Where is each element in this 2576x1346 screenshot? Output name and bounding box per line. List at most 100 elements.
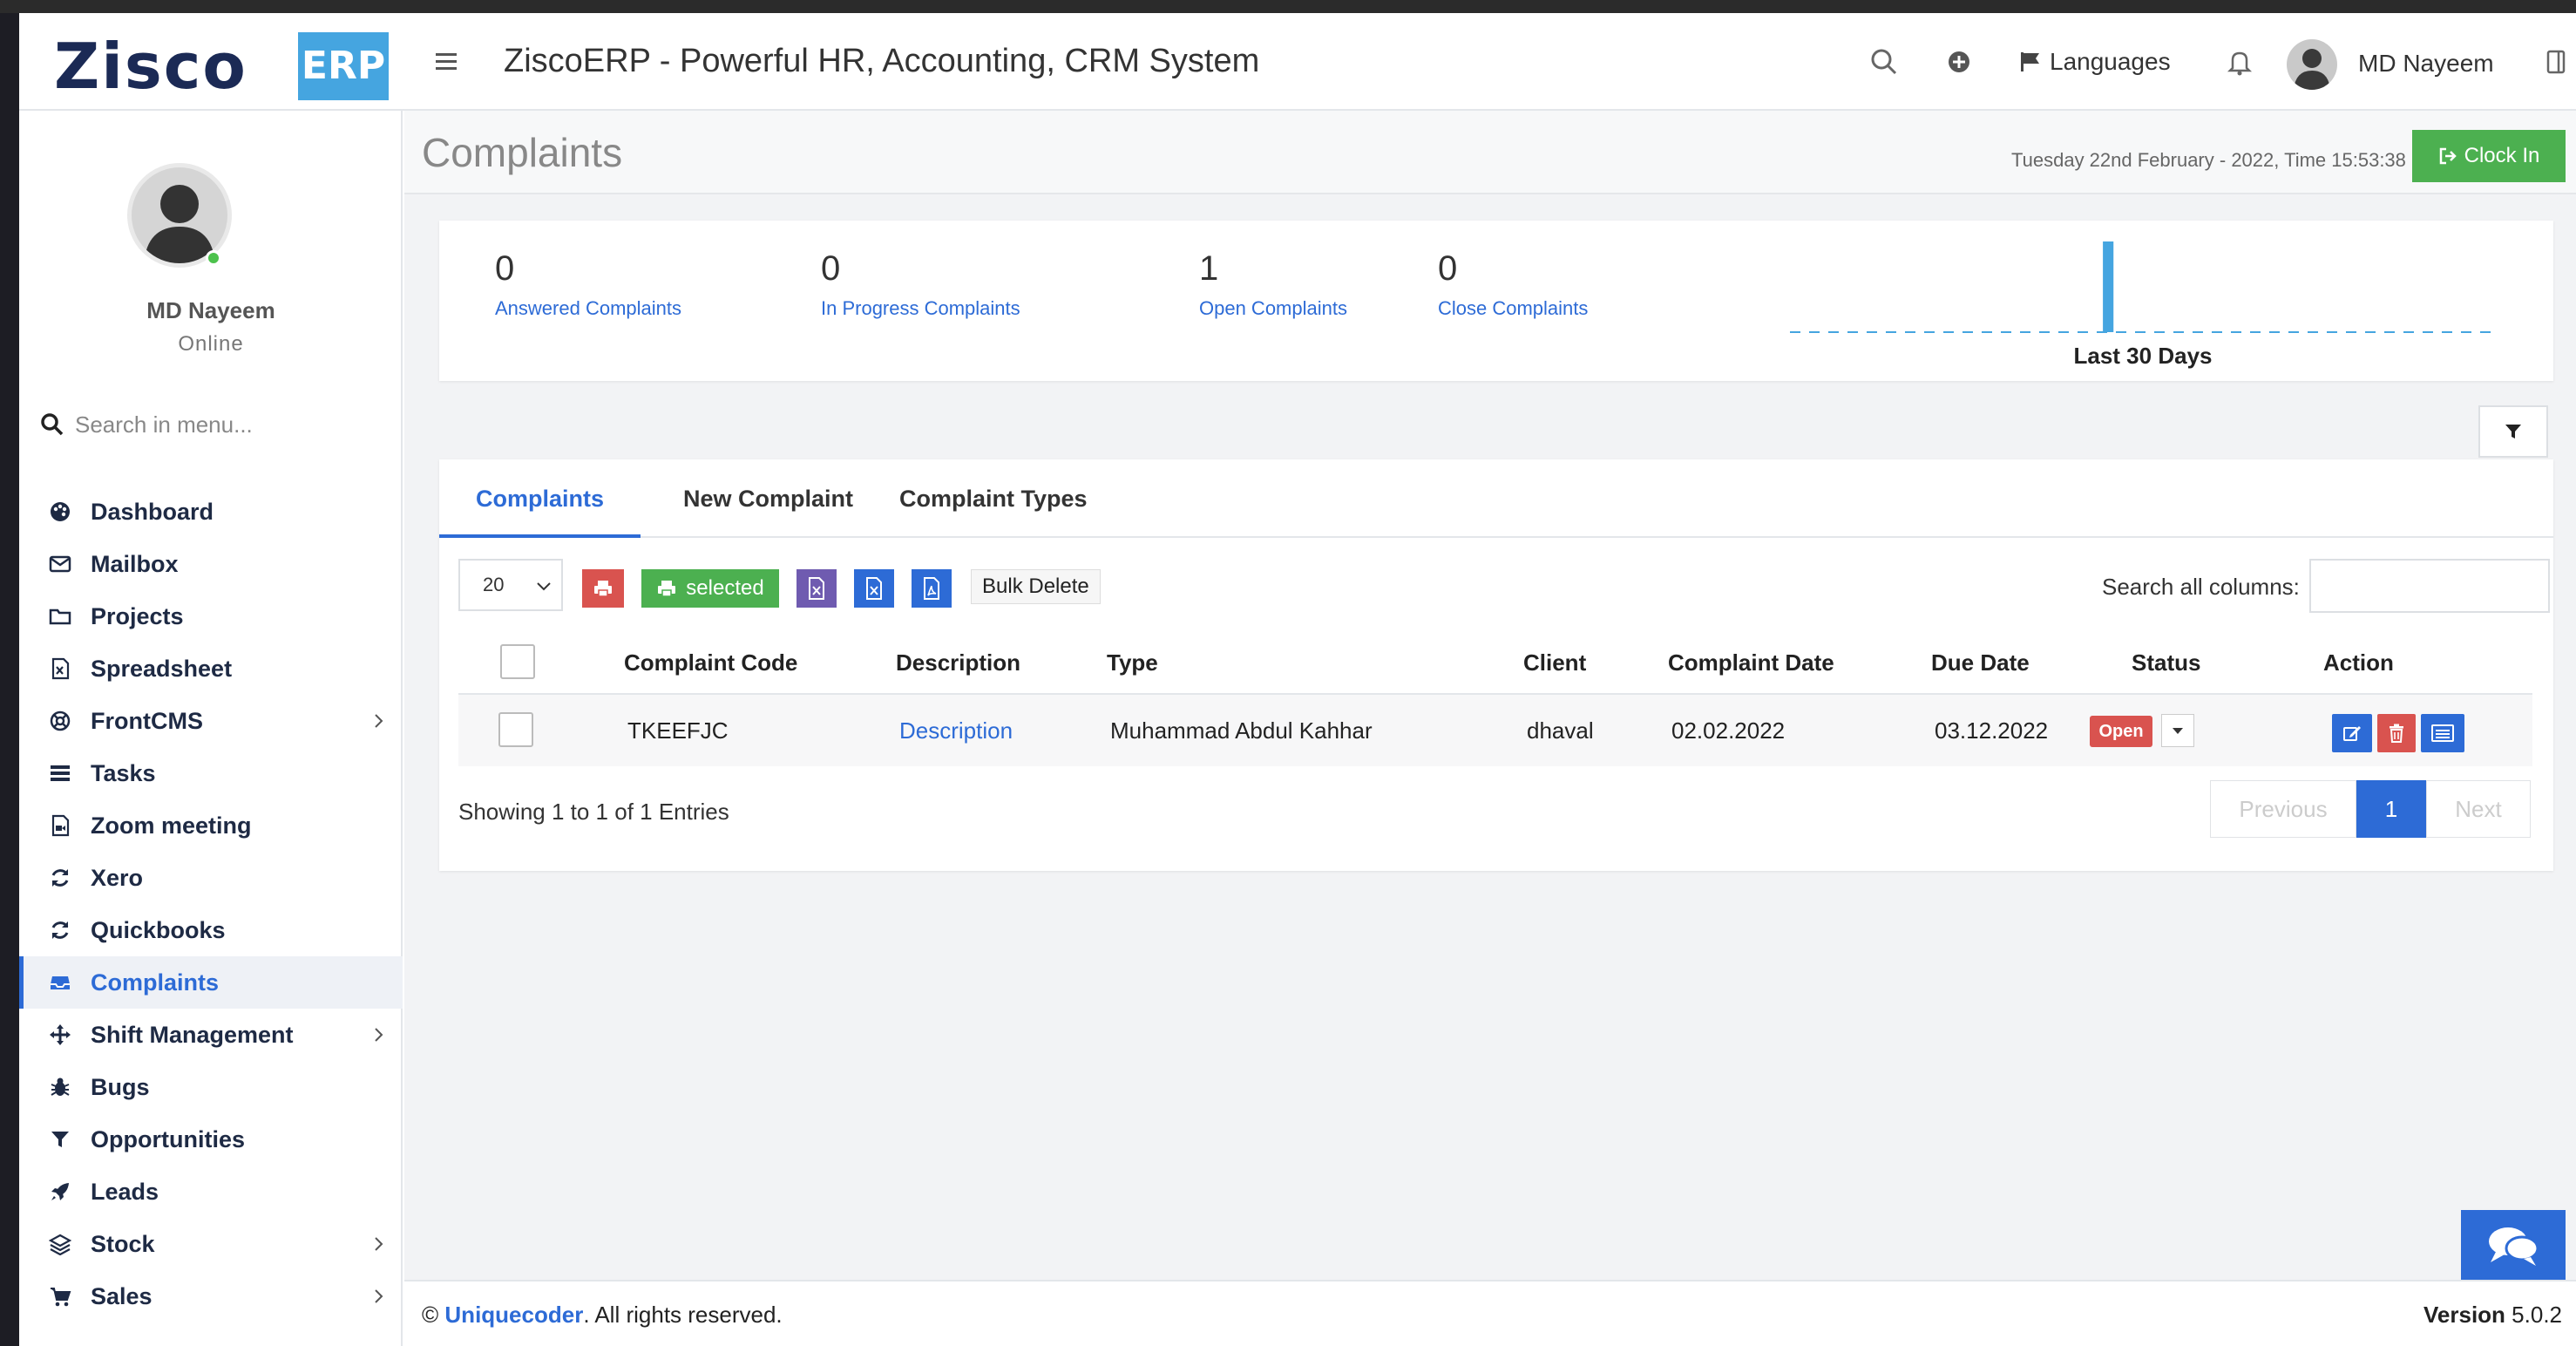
sidebar-item-label: Zoom meeting [91,812,252,839]
tab-complaint-types[interactable]: Complaint Types [863,459,1124,538]
pagination-previous[interactable]: Previous [2210,780,2356,838]
sidebar-item-shift-management[interactable]: Shift Management [19,1009,403,1061]
sidebar-item-quickbooks[interactable]: Quickbooks [19,904,403,956]
stat-link-in-progress[interactable]: In Progress Complaints [821,297,1020,320]
sidebar-item-opportunities[interactable]: Opportunities [19,1113,403,1166]
status-badge: Open [2090,716,2152,747]
sidebar-item-leads[interactable]: Leads [19,1166,403,1218]
search-all-columns-input[interactable] [2309,559,2550,613]
sidebar-item-label: Bugs [91,1073,150,1100]
cell-due-date: 03.12.2022 [1935,717,2049,744]
filter-button[interactable] [2478,405,2548,458]
stat-link-answered[interactable]: Answered Complaints [495,297,681,320]
details-button[interactable] [2421,714,2464,752]
delete-button[interactable] [2377,714,2416,752]
life-ring-icon [47,708,73,734]
company-link[interactable]: Uniquecoder [444,1302,583,1328]
sidebar-item-sales[interactable]: Sales [19,1270,403,1322]
sidebar-item-frontcms[interactable]: FrontCMS [19,695,403,747]
col-complaint-date[interactable]: Complaint Date [1668,630,1834,695]
page-size-value: 20 [483,574,505,595]
sidebar-item-bugs[interactable]: Bugs [19,1061,403,1113]
file-excel-icon [47,656,73,682]
chevron-right-icon [369,1026,387,1043]
chevron-down-icon [537,582,551,591]
col-action: Action [2323,649,2394,676]
export-csv-button[interactable] [797,569,837,608]
page-size-select[interactable]: 20 [458,559,563,611]
tab-complaints[interactable]: Complaints [439,459,641,538]
expand-panel-icon[interactable] [2538,44,2573,79]
search-icon[interactable] [1867,44,1901,79]
stat-value: 0 [1438,249,1458,288]
tab-new-complaint[interactable]: New Complaint [647,459,890,538]
sidebar-item-complaints[interactable]: Complaints [19,956,403,1009]
caret-down-icon [2173,728,2183,734]
col-status[interactable]: Status [2132,630,2200,695]
cart-icon [47,1283,73,1309]
cell-description-link[interactable]: Description [899,695,1013,766]
col-complaint-code[interactable]: Complaint Code [624,630,797,695]
print-button[interactable] [582,569,624,608]
edit-button[interactable] [2332,714,2372,752]
refresh-icon [47,865,73,891]
add-circle-icon[interactable] [1942,44,1976,79]
sidebar-item-spreadsheet[interactable]: Spreadsheet [19,642,403,695]
pagination-next[interactable]: Next [2426,780,2531,838]
file-csv-icon [809,577,824,600]
chat-icon [2489,1227,2539,1266]
sign-in-icon [2439,147,2457,165]
print-selected-button[interactable]: selected [641,569,779,608]
page-title: Complaints [422,130,623,175]
header-user-name[interactable]: MD Nayeem [2358,46,2494,81]
sidebar-search-input[interactable] [75,411,371,438]
window-left-edge [0,13,19,1346]
sidebar-item-tasks[interactable]: Tasks [19,747,403,799]
inbox-icon [47,969,73,996]
export-pdf-button[interactable] [912,569,952,608]
arrows-icon [47,1022,73,1048]
header-avatar[interactable] [2287,39,2337,90]
languages-menu[interactable]: Languages [2018,43,2171,81]
file-pdf-icon [924,577,939,600]
video-file-icon [47,812,73,839]
col-description[interactable]: Description [896,630,1020,695]
refresh-icon [47,917,73,943]
bulk-delete-button[interactable]: Bulk Delete [971,569,1101,604]
sidebar-item-mailbox[interactable]: Mailbox [19,538,403,590]
status-dropdown[interactable] [2161,714,2194,747]
stat-value: 0 [495,249,515,288]
chevron-right-icon [369,1235,387,1253]
sidebar-item-dashboard[interactable]: Dashboard [19,486,403,538]
sidebar-item-zoom-meeting[interactable]: Zoom meeting [19,799,403,852]
tab-bar: Complaints New Complaint Complaint Types [439,459,2553,538]
row-checkbox[interactable] [498,712,533,747]
sidebar-item-projects[interactable]: Projects [19,590,403,642]
stat-answered: 0 Answered Complaints [495,247,681,320]
pagination-page-1[interactable]: 1 [2356,780,2426,838]
sidebar-item-label: Shift Management [91,1021,294,1048]
sidebar-item-label: Projects [91,602,184,629]
sidebar-item-stock[interactable]: Stock [19,1218,403,1270]
col-due-date[interactable]: Due Date [1931,630,2030,695]
stat-link-close[interactable]: Close Complaints [1438,297,1588,320]
col-client[interactable]: Client [1523,630,1586,695]
clock-in-label: Clock In [2464,144,2540,167]
envelope-icon [47,551,73,577]
print-icon [594,581,612,597]
table-row: TKEEFJC Description Muhammad Abdul Kahha… [458,695,2532,766]
clock-in-button[interactable]: Clock In [2412,130,2566,182]
export-excel-button[interactable] [854,569,894,608]
copyright-symbol: © [422,1302,439,1328]
app-logo[interactable]: Zisco ERP [54,29,389,104]
sidebar-search[interactable] [40,405,389,444]
stat-open: 1 Open Complaints [1199,247,1347,320]
filter-icon [2505,425,2521,438]
bell-icon[interactable] [2222,44,2257,79]
stat-link-open[interactable]: Open Complaints [1199,297,1347,320]
sidebar-item-xero[interactable]: Xero [19,852,403,904]
col-type[interactable]: Type [1107,630,1158,695]
select-all-checkbox[interactable] [500,644,535,679]
menu-toggle-icon[interactable] [429,46,464,78]
chat-button[interactable] [2461,1210,2566,1281]
